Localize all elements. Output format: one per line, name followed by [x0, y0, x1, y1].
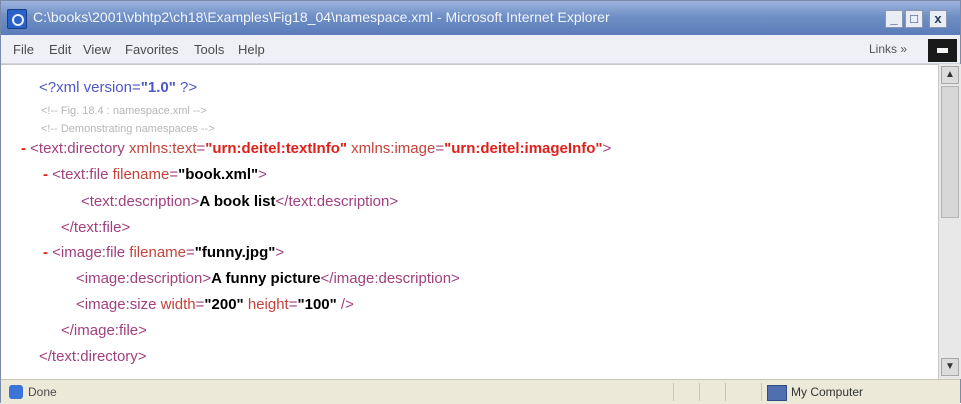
status-divider	[699, 383, 700, 401]
imagefile-close-tag: </image:file>	[61, 322, 147, 339]
status-divider	[725, 383, 726, 401]
computer-icon	[767, 385, 787, 401]
menu-edit[interactable]: Edit	[49, 42, 71, 57]
page-done-icon	[9, 385, 23, 399]
browser-window: C:\books\2001\vbhtp2\ch18\Examples\Fig18…	[0, 0, 961, 404]
image-size-element: <image:size width="200" height="100" />	[76, 296, 354, 313]
text-description-element: <text:description>A book list</text:desc…	[81, 193, 399, 210]
textfile-close-tag: </text:file>	[61, 219, 131, 236]
internet-explorer-icon[interactable]	[7, 9, 27, 29]
menu-file[interactable]: File	[13, 42, 34, 57]
xml-comment-2: <!-- Demonstrating namespaces -->	[41, 123, 215, 135]
directory-close-tag: </text:directory>	[39, 348, 147, 365]
menu-view[interactable]: View	[83, 42, 111, 57]
directory-element: - <text:directory xmlns:text="urn:deitel…	[21, 140, 612, 157]
xml-document-view: <?xml version="1.0" ?> <!-- Fig. 18.4 : …	[1, 64, 938, 380]
security-zone-label: My Computer	[791, 385, 864, 399]
menu-bar: File Edit View Favorites Tools Help Link…	[1, 35, 960, 64]
minimize-button[interactable]: _	[885, 10, 903, 28]
close-button[interactable]: x	[929, 10, 947, 28]
menu-help[interactable]: Help	[238, 42, 265, 57]
scrollbar-thumb[interactable]	[941, 86, 959, 218]
menu-tools[interactable]: Tools	[194, 42, 224, 57]
imagefile-element: - <image:file filename="funny.jpg">	[43, 244, 285, 261]
textfile-element: - <text:file filename="book.xml">	[43, 166, 267, 183]
xml-declaration: <?xml version="1.0" ?>	[39, 79, 198, 96]
xml-comment-1: <!-- Fig. 18.4 : namespace.xml -->	[41, 105, 207, 117]
status-bar: Done My Computer	[1, 379, 960, 404]
title-bar: C:\books\2001\vbhtp2\ch18\Examples\Fig18…	[1, 1, 960, 35]
menu-favorites[interactable]: Favorites	[125, 42, 178, 57]
image-description-element: <image:description>A funny picture</imag…	[76, 270, 460, 287]
vertical-scrollbar[interactable]: ▲ ▼	[938, 64, 961, 379]
scroll-up-arrow-icon[interactable]: ▲	[941, 66, 959, 84]
scroll-down-arrow-icon[interactable]: ▼	[941, 358, 959, 376]
status-divider	[673, 383, 674, 401]
window-title: C:\books\2001\vbhtp2\ch18\Examples\Fig18…	[33, 9, 610, 25]
links-toolbar[interactable]: Links »	[869, 42, 907, 56]
maximize-button[interactable]: □	[905, 10, 923, 28]
windows-logo-icon	[928, 39, 957, 62]
status-divider	[761, 383, 762, 401]
status-text: Done	[28, 385, 57, 399]
